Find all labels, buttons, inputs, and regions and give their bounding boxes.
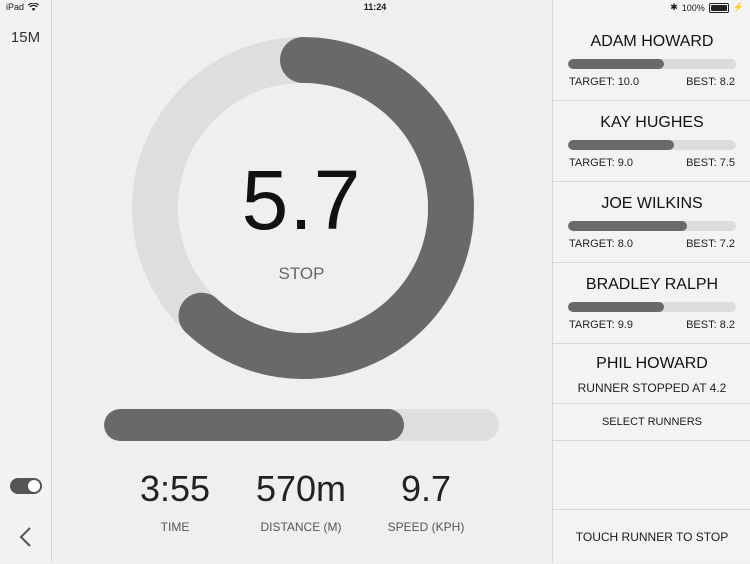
runner-name: BRADLEY RALPH: [585, 276, 719, 293]
speed-label: SPEED (KPH): [387, 520, 465, 534]
runner-card[interactable]: ADAM HOWARD TARGET: 10.0 BEST: 8.2: [553, 20, 750, 101]
runners-panel: ADAM HOWARD TARGET: 10.0 BEST: 8.2 KAY H…: [552, 0, 750, 563]
battery-percent: 100%: [681, 2, 705, 13]
toggle-knob: [28, 480, 40, 492]
runner-progress-fill: [568, 221, 688, 231]
distance-progress-bar: [104, 409, 499, 441]
runner-card[interactable]: KAY HUGHES TARGET: 9.0 BEST: 7.5: [553, 101, 750, 182]
charging-icon: ⚡: [732, 2, 744, 12]
runner-name: KAY HUGHES: [600, 114, 704, 131]
touch-runner-to-stop-button[interactable]: TOUCH RUNNER TO STOP: [553, 509, 750, 564]
interval-label[interactable]: 15M: [0, 29, 51, 46]
runner-card[interactable]: JOE WILKINS TARGET: 8.0 BEST: 7.2: [553, 182, 750, 263]
distance-progress-fill: [104, 409, 405, 441]
runner-progress-fill: [568, 302, 664, 312]
runner-progress-fill: [568, 59, 664, 69]
runner-progress-bar: [568, 221, 736, 231]
runner-stopped-status: RUNNER STOPPED AT 4.2: [577, 381, 727, 395]
runner-name: JOE WILKINS: [601, 195, 703, 212]
back-chevron-icon[interactable]: [14, 525, 38, 549]
current-value: 5.7: [241, 153, 362, 247]
clock: 11:24: [363, 2, 387, 12]
mode-toggle[interactable]: [10, 478, 42, 494]
runner-target: TARGET: 9.0: [569, 157, 633, 169]
runner-name: PHIL HOWARD: [596, 355, 708, 372]
main-panel: 5.7 STOP 3:55 TIME 570m DISTANCE (M) 9.7…: [52, 0, 551, 563]
runner-best: BEST: 7.5: [686, 157, 735, 169]
stop-button[interactable]: STOP: [52, 264, 551, 284]
speed-value: 9.7: [400, 468, 452, 509]
runner-progress-fill: [568, 140, 674, 150]
runner-target: TARGET: 10.0: [569, 76, 640, 88]
status-bar: iPad 11:24 ✱ 100% ⚡: [0, 0, 750, 16]
runner-best: BEST: 8.2: [686, 76, 735, 88]
runner-progress-bar: [568, 140, 736, 150]
runner-target: TARGET: 9.9: [569, 319, 633, 331]
runner-progress-bar: [568, 59, 736, 69]
select-runners-button[interactable]: SELECT RUNNERS: [553, 404, 750, 441]
runner-best: BEST: 7.2: [686, 238, 735, 250]
runner-card[interactable]: BRADLEY RALPH TARGET: 9.9 BEST: 8.2: [553, 263, 750, 344]
stat-speed: 9.7 SPEED (KPH): [351, 468, 501, 534]
battery-icon: [708, 2, 729, 13]
runner-target: TARGET: 8.0: [569, 238, 633, 250]
bluetooth-icon: ✱: [670, 2, 678, 12]
runner-progress-bar: [568, 302, 736, 312]
left-panel: 15M: [0, 0, 52, 563]
runner-card-stopped[interactable]: PHIL HOWARD RUNNER STOPPED AT 4.2: [553, 344, 750, 404]
runner-name: ADAM HOWARD: [590, 33, 714, 50]
runner-best: BEST: 8.2: [686, 319, 735, 331]
